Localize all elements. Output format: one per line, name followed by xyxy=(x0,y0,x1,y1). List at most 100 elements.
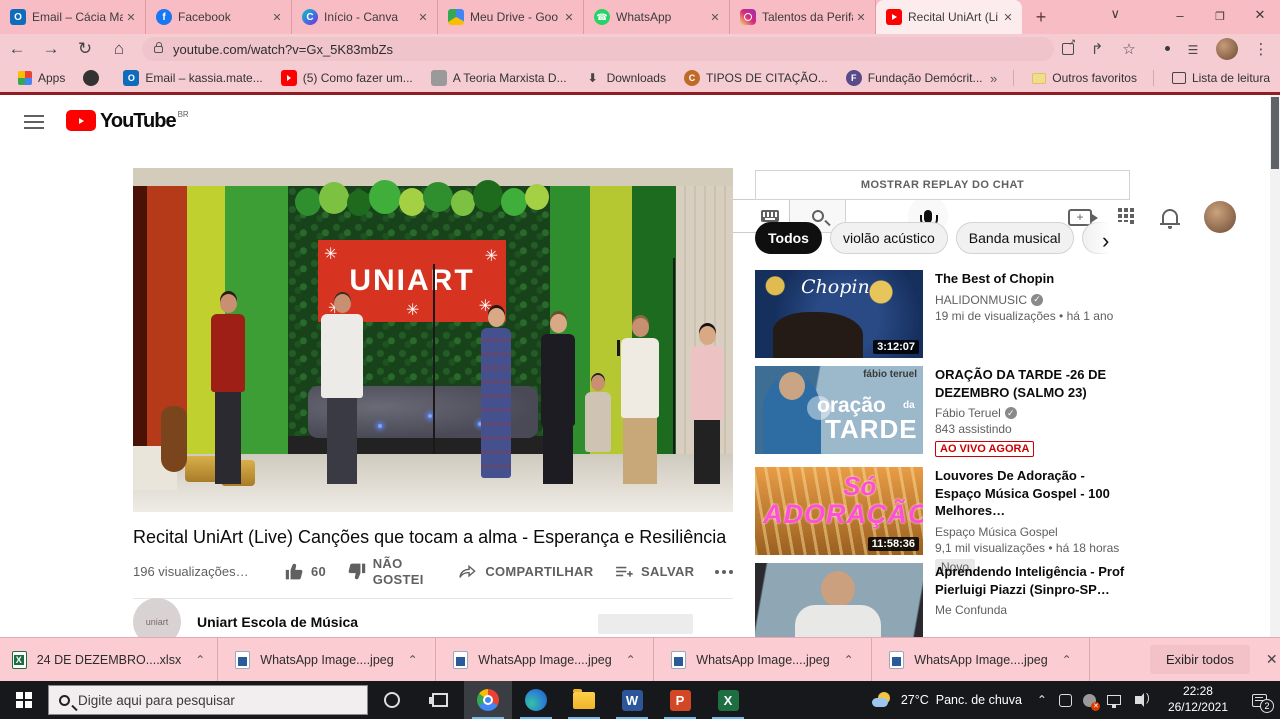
maximize-button[interactable] xyxy=(1200,8,1240,23)
tab-whatsapp[interactable]: ☎ WhatsApp xyxy=(584,0,730,34)
save-button[interactable]: SALVAR xyxy=(614,562,694,581)
taskbar-excel[interactable]: X xyxy=(704,681,752,719)
share-button[interactable]: COMPARTILHAR xyxy=(457,562,593,581)
reading-list-icon[interactable] xyxy=(1184,41,1202,57)
video-thumbnail[interactable]: Chopin 3:12:07 xyxy=(755,270,923,358)
download-chevron-icon[interactable] xyxy=(1062,653,1072,667)
scrollbar-thumb[interactable] xyxy=(1271,97,1279,169)
bookmarks-overflow-chevron[interactable]: » xyxy=(990,71,997,86)
reading-list[interactable]: Lista de leitura xyxy=(1172,71,1270,85)
show-chat-replay-button[interactable]: MOSTRAR REPLAY DO CHAT xyxy=(755,170,1130,200)
taskbar-word[interactable]: W xyxy=(608,681,656,719)
forward-button[interactable]: → xyxy=(34,39,68,59)
chips-next-chevron-icon[interactable] xyxy=(1102,228,1109,254)
keyboard-icon[interactable] xyxy=(761,210,779,222)
bookmark-citacao[interactable]: C TIPOS DE CITAÇÃO... xyxy=(684,70,828,86)
other-favorites-folder[interactable]: Outros favoritos xyxy=(1032,71,1137,85)
suggested-channel[interactable]: Fábio Teruel xyxy=(935,406,1001,420)
task-view-button[interactable] xyxy=(416,681,464,719)
tab-canva[interactable]: C Início - Canva xyxy=(292,0,438,34)
reload-button[interactable]: ↻ xyxy=(68,39,102,59)
close-icon[interactable] xyxy=(707,9,723,25)
taskbar-search-box[interactable] xyxy=(48,685,368,715)
like-button[interactable]: 60 xyxy=(285,562,326,581)
close-downloads-bar-icon[interactable] xyxy=(1266,651,1278,668)
taskbar-chrome[interactable] xyxy=(464,681,512,719)
tab-youtube-active[interactable]: Recital UniArt (Li xyxy=(876,0,1022,34)
suggested-video[interactable]: Só ADORAÇÃO 11:58:36 Louvores De Adoraçã… xyxy=(755,467,1130,555)
new-tab-button[interactable] xyxy=(1028,4,1054,30)
download-chevron-icon[interactable] xyxy=(626,653,636,667)
suggested-channel[interactable]: HALIDONMUSIC xyxy=(935,293,1027,307)
bookmark-email[interactable]: O Email – kassia.mate... xyxy=(123,70,262,86)
bookmark-teoria[interactable]: A Teoria Marxista D... xyxy=(431,70,567,86)
more-actions-icon[interactable] xyxy=(715,570,733,574)
taskbar-search-input[interactable] xyxy=(78,693,357,708)
download-item[interactable]: WhatsApp Image....jpeg xyxy=(872,638,1090,682)
suggested-title[interactable]: The Best of Chopin xyxy=(935,270,1130,288)
close-icon[interactable] xyxy=(415,9,431,25)
tab-search-chevron-icon[interactable] xyxy=(1110,6,1120,22)
lock-icon[interactable] xyxy=(154,46,163,53)
onedrive-status[interactable] xyxy=(1078,681,1102,719)
bookmark-fundacao[interactable]: F Fundação Demócrit... xyxy=(846,70,983,86)
minimize-button[interactable] xyxy=(1160,8,1200,23)
bookmark-globe[interactable] xyxy=(83,70,105,86)
download-item[interactable]: WhatsApp Image....jpeg xyxy=(654,638,872,682)
youtube-logo[interactable]: YouTube BR xyxy=(66,110,189,133)
weather-widget[interactable]: 27°C Panc. de chuva xyxy=(864,692,1030,708)
suggested-video[interactable]: Chopin 3:12:07 The Best of Chopin HALIDO… xyxy=(755,270,1130,358)
video-thumbnail[interactable]: fábio teruel oração da TARDE xyxy=(755,366,923,454)
subscribed-button[interactable] xyxy=(598,614,693,634)
bookmark-youtube[interactable]: (5) Como fazer um... xyxy=(281,70,413,86)
taskbar-clock[interactable]: 22:28 26/12/2021 xyxy=(1158,684,1238,715)
cortana-button[interactable] xyxy=(368,681,416,719)
browser-profile-avatar[interactable] xyxy=(1216,38,1238,60)
dislike-button[interactable]: NÃO GOSTEI xyxy=(347,556,437,587)
download-item[interactable]: WhatsApp Image....jpeg xyxy=(436,638,654,682)
chip-banda[interactable]: Banda musical xyxy=(956,222,1074,254)
home-button[interactable]: ⌂ xyxy=(102,39,136,59)
start-button[interactable] xyxy=(0,681,48,719)
video-thumbnail[interactable]: Só ADORAÇÃO 11:58:36 xyxy=(755,467,923,555)
address-bar[interactable]: youtube.com/watch?v=Gx_5K83mbZs xyxy=(142,37,1054,61)
close-icon[interactable] xyxy=(853,9,869,25)
chip-todos[interactable]: Todos xyxy=(755,222,822,254)
back-button[interactable]: ← xyxy=(0,39,34,59)
action-center-button[interactable]: 2 xyxy=(1238,681,1280,719)
hidden-icons-chevron[interactable] xyxy=(1030,681,1054,719)
notifications-bell-icon[interactable] xyxy=(1162,209,1178,225)
close-icon[interactable] xyxy=(269,9,285,25)
tab-email[interactable]: O Email – Cácia Ma xyxy=(0,0,146,34)
taskbar-edge[interactable] xyxy=(512,681,560,719)
taskbar-file-explorer[interactable] xyxy=(560,681,608,719)
open-in-app-icon[interactable] xyxy=(1062,43,1074,55)
suggested-channel[interactable]: Espaço Música Gospel xyxy=(935,525,1058,539)
channel-name[interactable]: Uniart Escola de Música xyxy=(197,614,358,630)
chip-violao[interactable]: violão acústico xyxy=(830,222,948,254)
apps-shortcut[interactable]: Apps xyxy=(18,71,65,85)
browser-menu-icon[interactable] xyxy=(1252,40,1270,58)
download-item[interactable]: 24 DE DEZEMBRO....xlsx xyxy=(0,638,218,682)
suggested-title[interactable]: ORAÇÃO DA TARDE -26 DE DEZEMBRO (SALMO 2… xyxy=(935,366,1130,401)
download-item[interactable]: WhatsApp Image....jpeg xyxy=(218,638,436,682)
window-close-button[interactable] xyxy=(1240,7,1280,23)
url-text[interactable]: youtube.com/watch?v=Gx_5K83mbZs xyxy=(173,42,393,57)
suggested-title[interactable]: Louvores De Adoração - Espaço Música Gos… xyxy=(935,467,1130,520)
network-status[interactable] xyxy=(1102,681,1126,719)
suggested-video[interactable]: fábio teruel oração da TARDE ORAÇÃO DA T… xyxy=(755,366,1130,454)
download-chevron-icon[interactable] xyxy=(195,653,205,667)
taskbar-powerpoint[interactable]: P xyxy=(656,681,704,719)
suggested-channel[interactable]: Me Confunda xyxy=(935,603,1007,617)
show-all-downloads-button[interactable]: Exibir todos xyxy=(1150,645,1250,674)
tab-drive[interactable]: Meu Drive - Goo xyxy=(438,0,584,34)
download-chevron-icon[interactable] xyxy=(408,653,418,667)
video-player[interactable]: UNIART xyxy=(133,168,733,512)
bookmark-star-icon[interactable] xyxy=(1120,40,1138,58)
download-chevron-icon[interactable] xyxy=(844,653,854,667)
suggested-title[interactable]: Aprendendo Inteligência - Prof Pierluigi… xyxy=(935,563,1130,598)
tab-instagram[interactable]: Talentos da Perifa xyxy=(730,0,876,34)
close-icon[interactable] xyxy=(1000,9,1016,25)
bookmark-downloads[interactable]: Downloads xyxy=(585,70,666,86)
tab-facebook[interactable]: f Facebook xyxy=(146,0,292,34)
